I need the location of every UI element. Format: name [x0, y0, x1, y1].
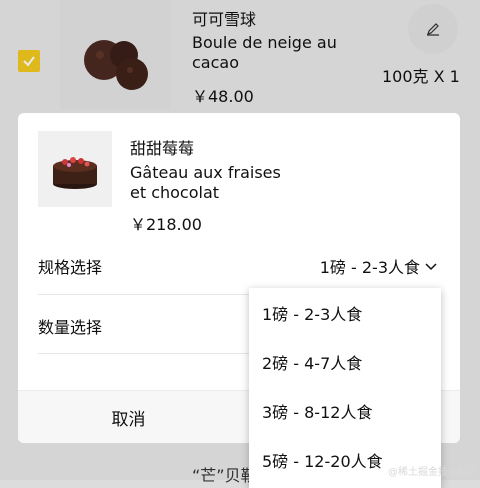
watermark: @稀土掘金技术社区	[388, 467, 478, 478]
dropdown-option[interactable]: 1磅 - 2-3人食	[249, 288, 441, 337]
spec-dropdown-menu: 1磅 - 2-3人食 2磅 - 4-7人食 3磅 - 8-12人食 5磅 - 1…	[249, 288, 441, 488]
modal-product-name-fr: Gâteau aux fraises et chocolat	[130, 163, 281, 202]
chevron-down-icon	[425, 263, 437, 271]
quantity-label: 数量选择	[38, 318, 103, 337]
spec-label: 规格选择	[38, 258, 103, 277]
modal-product-name: 甜甜莓莓	[130, 139, 195, 158]
modal-product-price: ￥218.00	[130, 215, 202, 234]
product-image-strawberry-cake	[38, 131, 112, 207]
dropdown-option[interactable]: 2磅 - 4-7人食	[249, 337, 441, 386]
spec-selected-value: 1磅 - 2-3人食	[319, 258, 420, 277]
spec-select[interactable]: 1磅 - 2-3人食	[320, 254, 438, 278]
cancel-button[interactable]: 取消	[18, 391, 239, 443]
dropdown-option[interactable]: 3磅 - 8-12人食	[249, 386, 441, 435]
